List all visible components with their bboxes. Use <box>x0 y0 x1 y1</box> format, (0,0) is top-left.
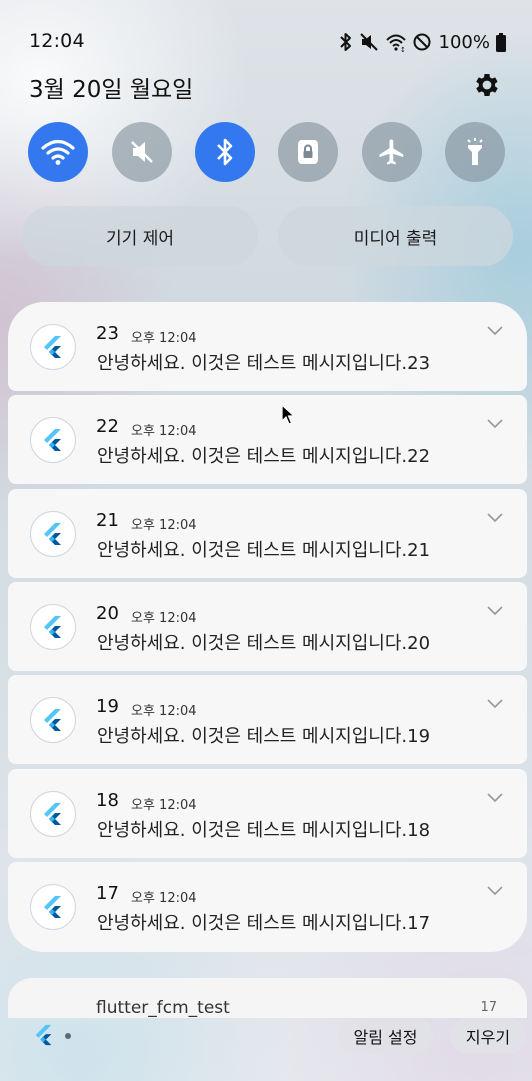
notification-dot <box>65 1033 71 1039</box>
notification-item[interactable]: 18 오후 12:04 안녕하세요. 이것은 테스트 메시지입니다.18 <box>8 769 527 858</box>
flutter-app-icon <box>30 791 76 837</box>
clear-button[interactable]: 지우기 <box>450 1018 526 1054</box>
date-label: 3월 20일 월요일 <box>29 77 194 103</box>
flutter-app-icon <box>30 604 76 650</box>
clock: 12:04 <box>29 30 85 52</box>
notification-time: 오후 12:04 <box>131 891 197 906</box>
flutter-app-icon <box>35 1024 52 1046</box>
flutter-app-icon <box>30 324 76 370</box>
device-control-button[interactable]: 기기 제어 <box>22 206 258 266</box>
notification-title: 22 <box>96 416 119 437</box>
notification-settings-button[interactable]: 알림 설정 <box>338 1018 433 1054</box>
mouse-cursor-icon <box>281 404 295 425</box>
bluetooth-icon <box>217 138 233 166</box>
notification-item[interactable]: 21 오후 12:04 안녕하세요. 이것은 테스트 메시지입니다.21 <box>8 489 527 578</box>
toggle-wifi[interactable] <box>28 122 88 182</box>
notification-body: 안녕하세요. 이것은 테스트 메시지입니다.17 <box>97 913 431 934</box>
svg-text:↕: ↕ <box>400 46 406 52</box>
toggle-screen-lock[interactable] <box>278 122 338 182</box>
notification-item[interactable]: 19 오후 12:04 안녕하세요. 이것은 테스트 메시지입니다.19 <box>8 675 527 764</box>
flutter-logo-icon <box>44 523 61 545</box>
notification-item[interactable]: 23 오후 12:04 안녕하세요. 이것은 테스트 메시지입니다.23 <box>8 302 527 391</box>
gear-icon[interactable] <box>472 70 502 100</box>
flutter-logo-icon <box>44 803 61 825</box>
toggle-flashlight[interactable] <box>445 122 505 182</box>
flutter-app-icon <box>30 884 76 930</box>
notification-title: 18 <box>96 790 119 811</box>
notification-title: 20 <box>96 603 119 624</box>
lock-icon <box>298 140 318 164</box>
notification-group: 23 오후 12:04 안녕하세요. 이것은 테스트 메시지입니다.23 22 오후 1… <box>8 302 527 952</box>
wifi-icon <box>41 139 75 165</box>
battery-percent: 100% <box>438 31 490 53</box>
notification-body: 안녕하세요. 이것은 테스트 메시지입니다.18 <box>97 820 431 841</box>
flutter-logo-icon <box>44 709 61 731</box>
chevron-down-icon[interactable] <box>487 513 503 523</box>
notification-item[interactable]: 20 오후 12:04 안녕하세요. 이것은 테스트 메시지입니다.20 <box>8 582 527 671</box>
chevron-down-icon[interactable] <box>487 606 503 616</box>
notification-item[interactable]: 17 오후 12:04 안녕하세요. 이것은 테스트 메시지입니다.17 <box>8 862 527 952</box>
notification-time: 오후 12:04 <box>131 331 197 346</box>
chevron-down-icon[interactable] <box>487 326 503 336</box>
media-output-button[interactable]: 미디어 출력 <box>278 206 513 266</box>
bluetooth-icon <box>339 33 351 51</box>
flashlight-icon <box>467 138 483 165</box>
chevron-down-icon[interactable] <box>487 886 503 896</box>
flutter-app-icon <box>30 511 76 557</box>
notification-title: 17 <box>96 883 119 904</box>
battery-icon <box>496 32 506 52</box>
notification-title: 23 <box>96 323 119 344</box>
notification-body: 안녕하세요. 이것은 테스트 메시지입니다.23 <box>97 353 431 374</box>
airplane-icon <box>379 139 404 165</box>
chevron-down-icon[interactable] <box>487 419 503 429</box>
notification-body: 안녕하세요. 이것은 테스트 메시지입니다.22 <box>97 446 431 467</box>
notification-time: 오후 12:04 <box>131 518 197 533</box>
notification-item[interactable]: 22 오후 12:04 안녕하세요. 이것은 테스트 메시지입니다.22 <box>8 395 527 484</box>
flutter-app-icon <box>30 417 76 463</box>
flutter-logo-icon <box>44 896 61 918</box>
flutter-app-icon <box>30 697 76 743</box>
notification-time: 오후 12:04 <box>131 798 197 813</box>
notification-body: 안녕하세요. 이것은 테스트 메시지입니다.20 <box>97 633 431 654</box>
notification-body: 안녕하세요. 이것은 테스트 메시지입니다.21 <box>97 540 431 561</box>
toggle-airplane-mode[interactable] <box>362 122 422 182</box>
bottom-bar: 알림 설정 지우기 <box>0 1000 532 1081</box>
flutter-logo-icon <box>44 429 61 451</box>
notification-time: 오후 12:04 <box>131 424 197 439</box>
wifi-icon: ↕ <box>385 34 406 52</box>
chevron-down-icon[interactable] <box>487 699 503 709</box>
notification-body: 안녕하세요. 이것은 테스트 메시지입니다.19 <box>97 726 431 747</box>
chevron-down-icon[interactable] <box>487 793 503 803</box>
status-icons: ↕ 100% <box>339 30 506 54</box>
toggle-sound[interactable] <box>112 122 172 182</box>
quick-toggles <box>28 122 505 184</box>
do-not-disturb-icon <box>413 33 431 51</box>
flutter-logo-icon <box>44 616 61 638</box>
mute-icon <box>131 141 153 163</box>
notification-time: 오후 12:04 <box>131 704 197 719</box>
flutter-logo-icon <box>44 336 61 358</box>
notification-time: 오후 12:04 <box>131 611 197 626</box>
mute-icon <box>359 33 378 51</box>
notification-title: 19 <box>96 696 119 717</box>
notification-title: 21 <box>96 510 119 531</box>
toggle-bluetooth[interactable] <box>195 122 255 182</box>
